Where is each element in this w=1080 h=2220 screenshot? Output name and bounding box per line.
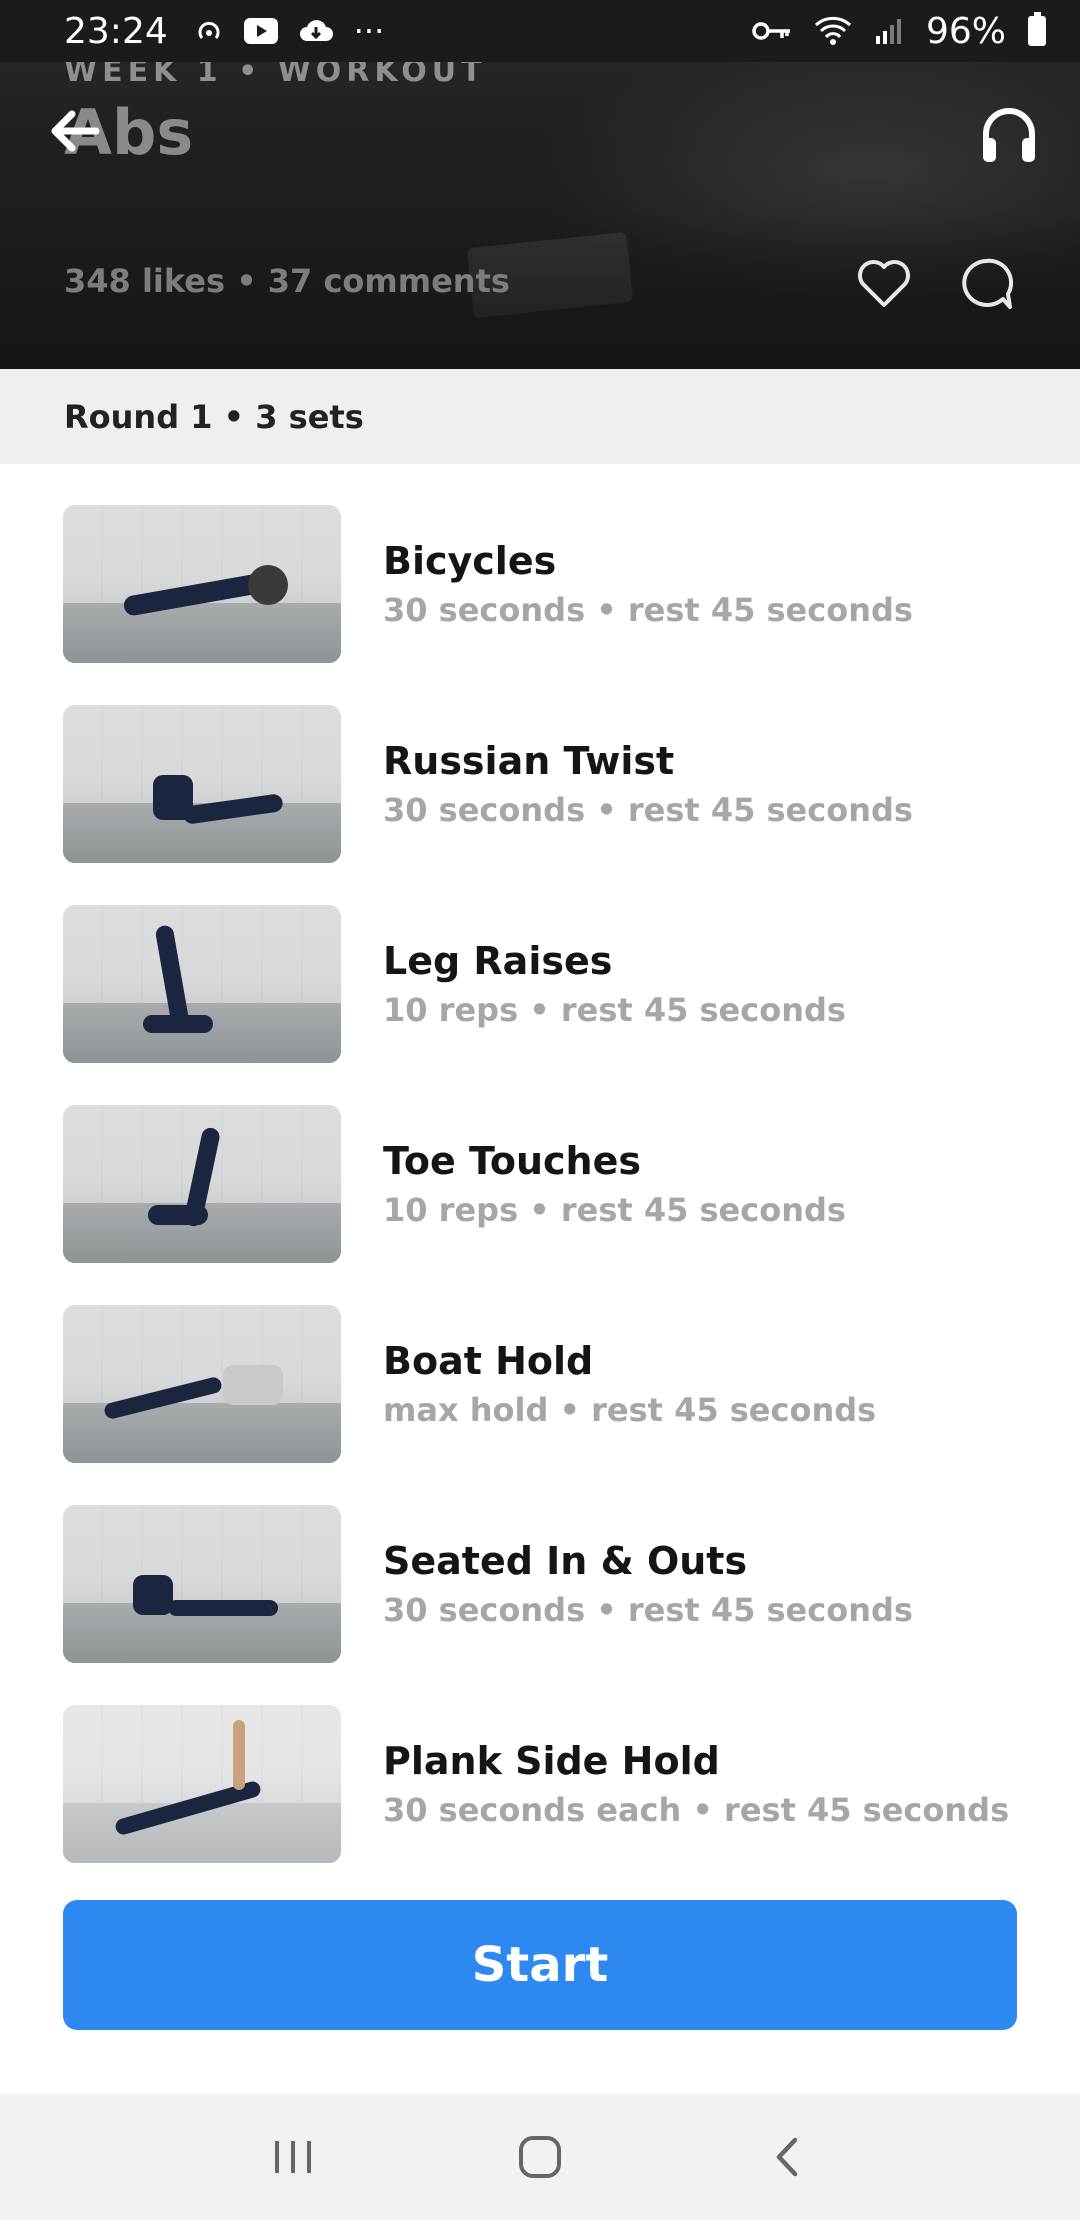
exercise-thumbnail (63, 505, 341, 663)
status-time: 23:24 (64, 10, 168, 52)
exercise-thumbnail (63, 1105, 341, 1263)
exercise-name: Russian Twist (383, 739, 675, 783)
battery-icon (1028, 12, 1046, 46)
exercise-detail: max hold • rest 45 seconds (383, 1391, 877, 1429)
exercise-thumbnail (63, 1305, 341, 1463)
vpn-key-icon (752, 22, 790, 40)
cloud-sync-icon (299, 20, 333, 41)
home-button[interactable] (510, 2127, 570, 2187)
wifi-icon (814, 16, 852, 45)
like-button[interactable] (856, 256, 912, 312)
more-notifications-icon: ··· (353, 12, 385, 50)
exercise-row-bicycles[interactable]: Bicycles 30 seconds • rest 45 seconds (0, 505, 1080, 665)
round-header: Round 1 • 3 sets (0, 369, 1080, 464)
recents-button[interactable] (263, 2127, 323, 2187)
recents-icon (275, 2141, 312, 2173)
exercise-row-seated-in-outs[interactable]: Seated In & Outs 30 seconds • rest 45 se… (0, 1505, 1080, 1665)
system-nav-bar (0, 2094, 1080, 2220)
exercise-name: Bicycles (383, 539, 557, 583)
exercise-thumbnail (63, 705, 341, 863)
exercise-name: Boat Hold (383, 1339, 594, 1383)
status-bar: 23:24 ··· 96% (0, 0, 1080, 62)
exercise-detail: 10 reps • rest 45 seconds (383, 991, 846, 1029)
arrow-left-icon (51, 110, 100, 152)
exercise-detail: 30 seconds • rest 45 seconds (383, 591, 913, 629)
audio-button[interactable] (980, 104, 1038, 164)
exercise-name: Seated In & Outs (383, 1539, 748, 1583)
exercise-row-toe-touches[interactable]: Toe Touches 10 reps • rest 45 seconds (0, 1105, 1080, 1265)
heart-icon (858, 260, 910, 307)
exercise-detail: 10 reps • rest 45 seconds (383, 1191, 846, 1229)
exercise-row-boat-hold[interactable]: Boat Hold max hold • rest 45 seconds (0, 1305, 1080, 1465)
headphones-icon (983, 108, 1035, 162)
exercise-thumbnail (63, 1705, 341, 1863)
exercise-row-plank-side-hold[interactable]: Plank Side Hold 30 seconds each • rest 4… (0, 1705, 1080, 1865)
workout-stats: 348 likes • 37 comments (64, 262, 510, 300)
home-icon (518, 2136, 561, 2178)
exercise-thumbnail (63, 1505, 341, 1663)
back-button[interactable] (44, 100, 106, 162)
signal-icon (875, 19, 901, 44)
exercise-detail: 30 seconds each • rest 45 seconds (383, 1791, 1010, 1829)
exercise-name: Toe Touches (383, 1139, 641, 1183)
exercise-detail: 30 seconds • rest 45 seconds (383, 1591, 913, 1629)
exercise-row-russian-twist[interactable]: Russian Twist 30 seconds • rest 45 secon… (0, 705, 1080, 865)
exercise-name: Plank Side Hold (383, 1739, 720, 1783)
comment-bubble-icon (962, 258, 1014, 309)
start-button-label: Start (471, 1937, 609, 1993)
exercise-row-leg-raises[interactable]: Leg Raises 10 reps • rest 45 seconds (0, 905, 1080, 1065)
exercise-detail: 30 seconds • rest 45 seconds (383, 791, 913, 829)
hotspot-icon (198, 21, 220, 39)
youtube-icon (243, 18, 278, 44)
chevron-left-icon (776, 2137, 797, 2177)
round-label: Round 1 • 3 sets (64, 397, 364, 436)
exercise-name: Leg Raises (383, 939, 613, 983)
start-button[interactable]: Start (63, 1900, 1017, 2030)
battery-percent: 96% (925, 10, 1006, 52)
nav-back-button[interactable] (757, 2127, 817, 2187)
exercise-thumbnail (63, 905, 341, 1063)
comment-button[interactable] (958, 256, 1014, 312)
